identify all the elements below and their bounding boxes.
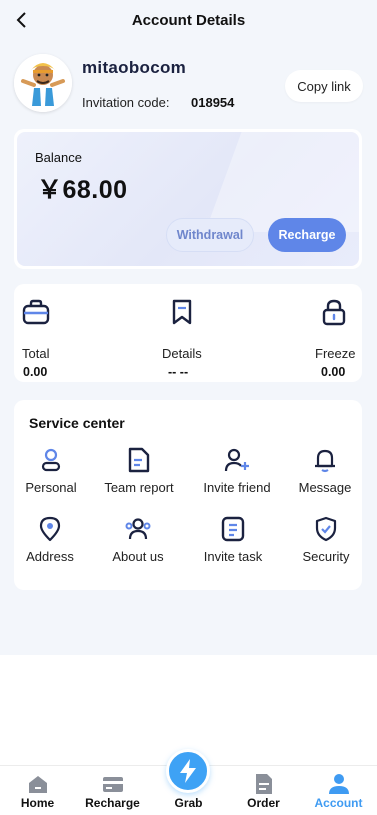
order-icon <box>255 774 272 794</box>
account-icon <box>328 774 349 794</box>
username: mitaobocom <box>82 58 187 77</box>
bookmark-icon <box>172 299 192 325</box>
service-center-title: Service center <box>29 415 125 431</box>
service-invite-task-label: Invite task <box>203 549 263 564</box>
page-title: Account Details <box>131 11 246 29</box>
lock-icon <box>322 299 346 326</box>
service-team-report-label: Team report <box>104 480 174 495</box>
nav-home-label: Home <box>20 796 55 810</box>
service-address[interactable]: Address <box>5 515 95 571</box>
person-icon <box>41 448 61 472</box>
avatar-illustration <box>14 54 72 112</box>
shield-check-icon <box>315 516 337 542</box>
service-address-label: Address <box>26 549 74 564</box>
stat-total[interactable]: Total 0.00 <box>22 298 102 379</box>
nav-order[interactable]: Order <box>226 766 301 815</box>
service-personal-label: Personal <box>25 480 77 495</box>
service-security-label: Security <box>302 549 350 564</box>
balance-amount: ￥68.00 <box>37 176 128 204</box>
nav-home[interactable]: Home <box>0 766 75 815</box>
copy-link-button[interactable]: Copy link <box>285 70 363 102</box>
task-list-icon <box>221 516 245 542</box>
service-center: Service center Personal Team report Invi… <box>14 400 362 590</box>
card-decoration <box>205 132 359 232</box>
withdrawal-button[interactable]: Withdrawal <box>166 218 254 252</box>
nav-recharge-label: Recharge <box>85 796 140 810</box>
balance-card-inner: Balance ￥68.00 Withdrawal Recharge <box>17 132 359 266</box>
document-icon <box>128 447 150 473</box>
service-message[interactable]: Message <box>280 446 370 502</box>
profile-section: mitaobocom Invitation code: 018954 Copy … <box>14 54 364 116</box>
nav-recharge[interactable]: Recharge <box>75 766 150 815</box>
back-button[interactable] <box>10 8 34 32</box>
service-invite-friend[interactable]: Invite friend <box>192 446 282 502</box>
stats-panel: Total 0.00 Details -- -- Freeze 0.00 <box>14 284 362 382</box>
stat-freeze[interactable]: Freeze 0.00 <box>308 298 377 379</box>
stat-details-value: -- -- <box>168 365 189 379</box>
chevron-left-icon <box>16 12 26 28</box>
service-message-label: Message <box>298 480 352 495</box>
nav-account-label: Account <box>314 796 363 810</box>
avatar[interactable] <box>14 54 72 112</box>
nav-account[interactable]: Account <box>301 766 376 815</box>
stat-freeze-value: 0.00 <box>321 365 346 379</box>
invitation-code-value: 018954 <box>191 95 235 110</box>
service-invite-friend-label: Invite friend <box>203 480 271 495</box>
card-icon <box>102 777 123 792</box>
nav-grab-label: Grab <box>174 796 203 810</box>
top-bar: Account Details <box>0 0 377 40</box>
service-invite-task[interactable]: Invite task <box>188 515 278 571</box>
lightning-icon <box>180 759 196 783</box>
wallet-icon <box>22 299 50 325</box>
team-icon <box>125 518 151 540</box>
service-personal[interactable]: Personal <box>6 446 96 502</box>
stat-details-label: Details <box>162 346 202 361</box>
location-pin-icon <box>39 516 61 542</box>
recharge-button[interactable]: Recharge <box>268 218 346 252</box>
service-team-report[interactable]: Team report <box>94 446 184 502</box>
stat-details[interactable]: Details -- -- <box>148 298 228 379</box>
service-about-us-label: About us <box>112 549 164 564</box>
grab-button[interactable] <box>166 749 210 793</box>
balance-label: Balance <box>35 150 82 165</box>
bell-icon <box>315 449 335 473</box>
service-security[interactable]: Security <box>281 515 371 571</box>
invitation-code-label: Invitation code: <box>82 95 170 110</box>
nav-order-label: Order <box>247 796 280 810</box>
stat-total-label: Total <box>22 346 50 361</box>
balance-card: Balance ￥68.00 Withdrawal Recharge <box>14 129 362 269</box>
add-user-icon <box>224 448 249 472</box>
service-about-us[interactable]: About us <box>93 515 183 571</box>
home-icon <box>28 776 47 793</box>
stat-freeze-label: Freeze <box>315 346 356 361</box>
stat-total-value: 0.00 <box>23 365 48 379</box>
